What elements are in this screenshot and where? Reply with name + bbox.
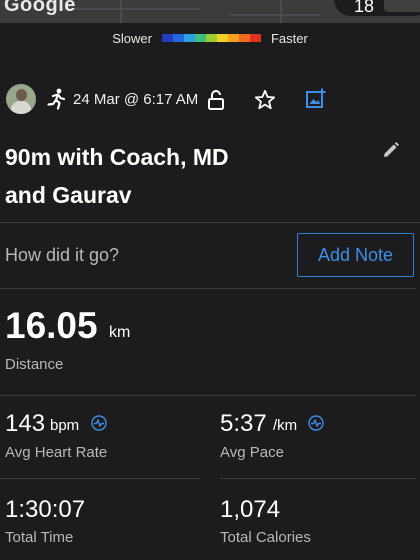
divider (0, 478, 200, 479)
pace-color-swatch (249, 34, 261, 42)
activity-detail-screen: Google 18 Slower Faster 24 Mar @ 6:17 AM (0, 0, 420, 560)
lap-badge[interactable]: 18 (334, 0, 420, 16)
pace-color-swatch (205, 34, 217, 42)
map-road (230, 14, 320, 16)
pace-label: Avg Pace (220, 444, 284, 461)
activity-title: 90m with Coach, MD and Gaurav (5, 138, 335, 214)
add-note-button[interactable]: Add Note (297, 233, 414, 277)
total-time-value: 1:30:07 (5, 496, 86, 523)
legend-faster-label: Faster (270, 30, 308, 46)
running-icon (47, 88, 66, 110)
avatar[interactable] (6, 84, 36, 114)
pace-color-swatch (161, 34, 173, 42)
route-map[interactable]: Google 18 (0, 0, 420, 23)
edit-pencil-icon[interactable] (381, 140, 401, 160)
google-logo: Google (4, 0, 76, 16)
unlock-icon[interactable] (204, 88, 228, 112)
pace-color-swatch (172, 34, 184, 42)
pace-legend: Slower Faster (0, 23, 420, 53)
pace-color-swatch (216, 34, 228, 42)
pace-unit: /km (273, 417, 298, 434)
divider (220, 478, 416, 479)
mini-map-icon (384, 0, 420, 12)
divider (0, 222, 420, 223)
lap-count: 18 (354, 0, 375, 16)
heart-rate-unit: bpm (50, 417, 80, 434)
distance-value: 16.05 (5, 305, 98, 346)
heart-rate-label: Avg Heart Rate (5, 444, 108, 461)
pace-color-swatch (183, 34, 195, 42)
pace-color-swatch (238, 34, 250, 42)
distance-unit: km (109, 324, 131, 341)
total-calories-label: Total Calories (220, 529, 311, 546)
avatar-head (16, 89, 27, 101)
map-road (60, 8, 200, 10)
how-did-it-go-prompt: How did it go? (5, 245, 120, 265)
divider (0, 288, 416, 289)
divider (0, 395, 416, 396)
map-road (120, 0, 122, 23)
avatar-body (11, 101, 31, 114)
total-time-label: Total Time (5, 529, 74, 546)
total-calories-value: 1,074 (220, 496, 281, 523)
heart-rate-info-icon[interactable] (91, 415, 107, 431)
pace-color-swatch (227, 34, 239, 42)
legend-slower-label: Slower (112, 30, 152, 46)
heart-rate-value: 143 (5, 410, 46, 437)
pace-color-scale (161, 34, 261, 42)
add-photo-icon[interactable] (304, 87, 328, 111)
activity-title-line: and Gaurav (5, 182, 132, 208)
star-icon[interactable] (253, 88, 277, 112)
pace-color-swatch (194, 34, 206, 42)
map-road (280, 0, 282, 23)
activity-title-line: 90m with Coach, MD (5, 144, 229, 170)
activity-datetime: 24 Mar @ 6:17 AM (73, 91, 199, 108)
pace-value: 5:37 (220, 410, 267, 437)
distance-label: Distance (5, 356, 64, 373)
pace-info-icon[interactable] (308, 415, 324, 431)
